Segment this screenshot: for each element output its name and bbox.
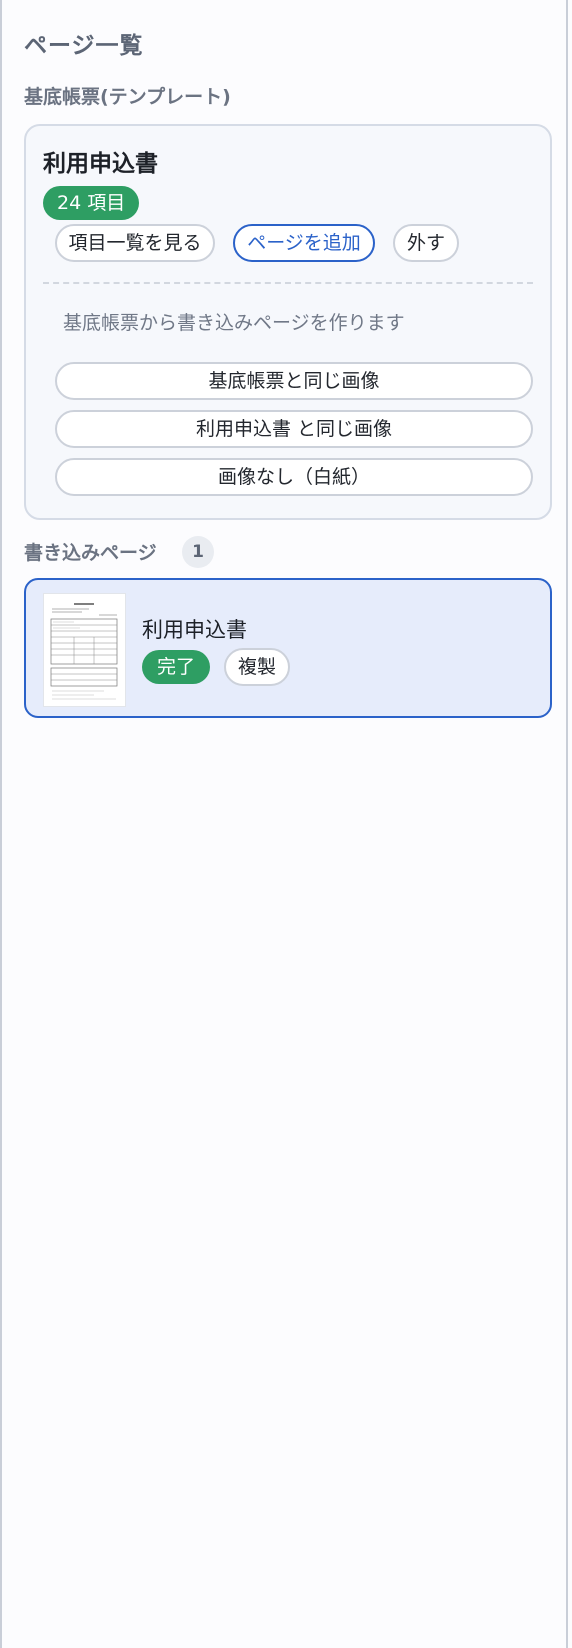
template-title: 利用申込書 xyxy=(43,151,158,177)
page-count-badge: 1 xyxy=(182,536,214,568)
remove-template-button[interactable]: 外す xyxy=(393,224,459,262)
document-thumbnail-icon xyxy=(44,594,125,706)
view-items-button[interactable]: 項目一覧を見る xyxy=(55,224,215,262)
status-badge: 完了 xyxy=(142,650,210,684)
page-name: 利用申込書 xyxy=(142,618,247,642)
create-same-as-page-button[interactable]: 利用申込書 と同じ画像 xyxy=(55,410,533,448)
item-count-badge: 24 項目 xyxy=(43,186,140,220)
panel-title: ページ一覧 xyxy=(24,33,144,59)
page-thumbnail xyxy=(43,593,126,707)
template-section-label: 基底帳票(テンプレート) xyxy=(24,86,231,108)
add-page-button[interactable]: ページを追加 xyxy=(233,224,375,262)
create-hint-text: 基底帳票から書き込みページを作ります xyxy=(63,312,405,334)
page-list-item[interactable]: 利用申込書 完了 複製 xyxy=(24,578,552,718)
create-same-as-template-button[interactable]: 基底帳票と同じ画像 xyxy=(55,362,533,400)
duplicate-button[interactable]: 複製 xyxy=(224,648,290,686)
dashed-divider xyxy=(43,282,533,284)
pages-section-label: 書き込みページ xyxy=(24,542,157,564)
page-list-panel: ページ一覧 基底帳票(テンプレート) 利用申込書 24 項目 項目一覧を見る ペ… xyxy=(0,0,568,1648)
create-blank-button[interactable]: 画像なし（白紙） xyxy=(55,458,533,496)
template-card: 利用申込書 24 項目 項目一覧を見る ページを追加 外す 基底帳票から書き込み… xyxy=(24,124,552,520)
